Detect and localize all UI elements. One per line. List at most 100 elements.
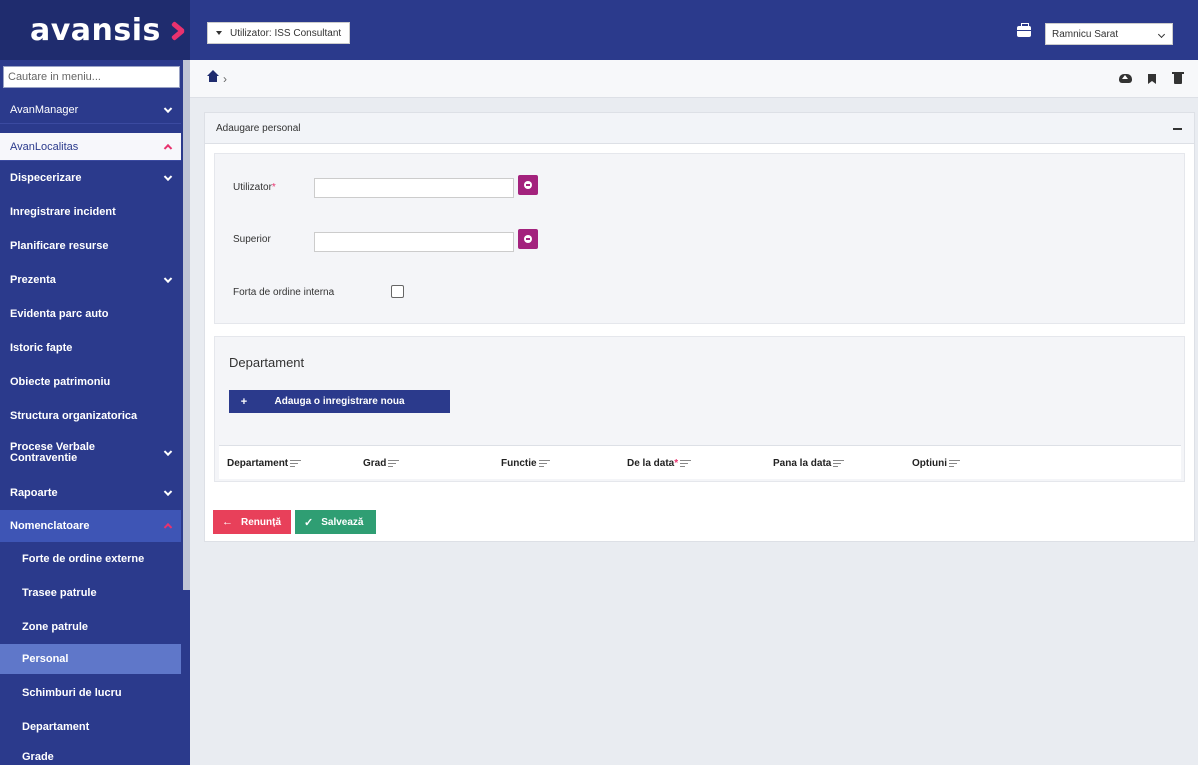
utilizator-picker-button[interactable] [518,175,538,195]
sidebar-item-label: Trasee patrule [22,587,97,599]
bookmark-icon[interactable] [1148,74,1156,84]
breadcrumb-separator: › [223,72,227,86]
sidebar-item-zone-patrule[interactable]: Zone patrule [0,610,181,644]
sidebar-item-grade[interactable]: Grade [0,742,181,765]
forta-interna-label: Forta de ordine interna [233,287,335,298]
plus-icon: + [240,395,248,408]
check-icon: ✓ [304,516,314,529]
logo-chevron-icon [169,19,190,41]
sidebar: avansis AvanManager AvanLocalitas Dispec… [0,0,190,765]
sidebar-item-label: AvanManager [10,103,79,116]
superior-input[interactable] [314,232,514,252]
sidebar-item-label: Personal [22,653,69,665]
picker-icon [524,235,532,243]
card-header: Adaugare personal [205,113,1194,144]
utilizator-input[interactable] [314,178,514,198]
chevron-down-icon [163,487,173,497]
sort-icon [680,460,692,467]
chevron-down-icon [163,172,173,182]
sidebar-item-forte-ordine-externe[interactable]: Forte de ordine externe [0,542,181,576]
add-personnel-card: Adaugare personal Utilizator* Superior F… [204,112,1195,542]
trash-icon[interactable] [1172,72,1184,84]
chevron-down-icon [163,104,173,113]
sidebar-item-dispecerizare[interactable]: Dispecerizare [0,161,181,195]
sidebar-item-personal[interactable]: Personal [0,644,181,674]
sidebar-item-label: Istoric fapte [10,342,73,354]
superior-picker-button[interactable] [518,229,538,249]
breadcrumb: › [190,60,1198,98]
column-departament[interactable]: Departament [227,458,302,469]
user-fields-panel: Utilizator* Superior Forta de ordine int… [214,153,1185,324]
column-pana-la-data[interactable]: Pana la data [773,458,845,469]
chevron-up-icon [163,522,173,532]
collapse-icon[interactable] [1173,128,1182,130]
column-optiuni[interactable]: Optiuni [912,458,960,469]
departament-title: Departament [229,355,305,370]
briefcase-icon [1017,23,1031,37]
picker-icon [524,181,532,189]
column-de-la-data[interactable]: De la data * [627,458,692,469]
sidebar-item-label: Evidenta parc auto [10,308,109,320]
cancel-button[interactable]: ← Renunță [213,510,291,534]
sidebar-item-schimburi-lucru[interactable]: Schimburi de lucru [0,676,181,710]
menu-search-input[interactable] [3,66,180,88]
sidebar-item-inregistrare-incident[interactable]: Inregistrare incident [0,195,181,229]
home-icon[interactable] [207,70,219,84]
superior-label: Superior [233,234,271,245]
sidebar-item-label: Nomenclatoare [10,520,90,532]
sidebar-item-label: Prezenta [10,274,56,286]
sidebar-item-label: Rapoarte [10,487,58,499]
city-select[interactable]: Ramnicu Sarat [1045,23,1173,45]
caret-down-icon [216,31,222,35]
sidebar-item-planificare-resurse[interactable]: Planificare resurse [0,229,181,263]
chevron-down-icon [163,447,173,457]
sidebar-item-prezenta[interactable]: Prezenta [0,263,181,297]
sort-icon [388,460,400,467]
chevron-down-icon [163,274,173,284]
departament-panel: Departament + Adauga o inregistrare noua… [214,336,1185,482]
required-mark: * [674,458,679,469]
city-select-value: Ramnicu Sarat [1052,28,1119,40]
sidebar-item-avanlocalitas[interactable]: AvanLocalitas [0,133,181,161]
sidebar-item-avanmanager[interactable]: AvanManager [0,96,181,124]
user-dropdown-button[interactable]: Utilizator: ISS Consultant [207,22,351,44]
cancel-label: Renunță [241,516,281,528]
required-mark: * [271,182,276,193]
sort-icon [833,460,845,467]
sort-icon [290,460,302,467]
sidebar-item-obiecte-patrimoniu[interactable]: Obiecte patrimoniu [0,365,181,399]
sidebar-item-label: Schimburi de lucru [22,687,122,699]
sidebar-item-istoric-fapte[interactable]: Istoric fapte [0,331,181,365]
sidebar-item-label: Structura organizatorica [10,410,138,422]
sidebar-item-label: Procese Verbale Contraventie [10,441,96,464]
sidebar-item-label: Forte de ordine externe [22,553,145,565]
departament-table-header: Departament Grad Functie De la data * Pan… [219,445,1181,479]
forta-interna-checkbox[interactable] [391,285,404,298]
sidebar-item-structura-organizatorica[interactable]: Structura organizatorica [0,399,181,433]
sidebar-item-label: Inregistrare incident [10,206,116,218]
cloud-upload-icon[interactable] [1119,74,1132,83]
sidebar-item-label: Grade [22,751,54,763]
add-record-button[interactable]: + Adauga o inregistrare noua [229,390,450,413]
sidebar-scrollbar[interactable] [183,60,190,590]
sidebar-item-rapoarte[interactable]: Rapoarte [0,476,181,510]
sidebar-item-nomenclatoare[interactable]: Nomenclatoare [0,510,181,542]
sidebar-item-label: Planificare resurse [10,240,109,252]
chevron-down-icon [1157,30,1166,39]
sidebar-item-label: Dispecerizare [10,172,82,184]
sidebar-item-departament[interactable]: Departament [0,710,181,744]
sidebar-item-procese-verbale[interactable]: Procese Verbale Contraventie [0,436,181,470]
utilizator-label: Utilizator* [233,182,276,193]
save-button[interactable]: ✓ Salvează [295,510,376,534]
sidebar-item-evidenta-parc-auto[interactable]: Evidenta parc auto [0,297,181,331]
card-title: Adaugare personal [216,122,301,134]
save-label: Salvează [321,516,364,528]
logo[interactable]: avansis [0,0,190,60]
column-grad[interactable]: Grad [363,458,400,469]
column-functie[interactable]: Functie [501,458,550,469]
sidebar-item-label: AvanLocalitas [10,140,79,153]
sidebar-item-trasee-patrule[interactable]: Trasee patrule [0,576,181,610]
chevron-up-icon [163,143,173,152]
sidebar-item-label: Departament [22,721,90,733]
add-record-label: Adauga o inregistrare noua [274,396,405,407]
